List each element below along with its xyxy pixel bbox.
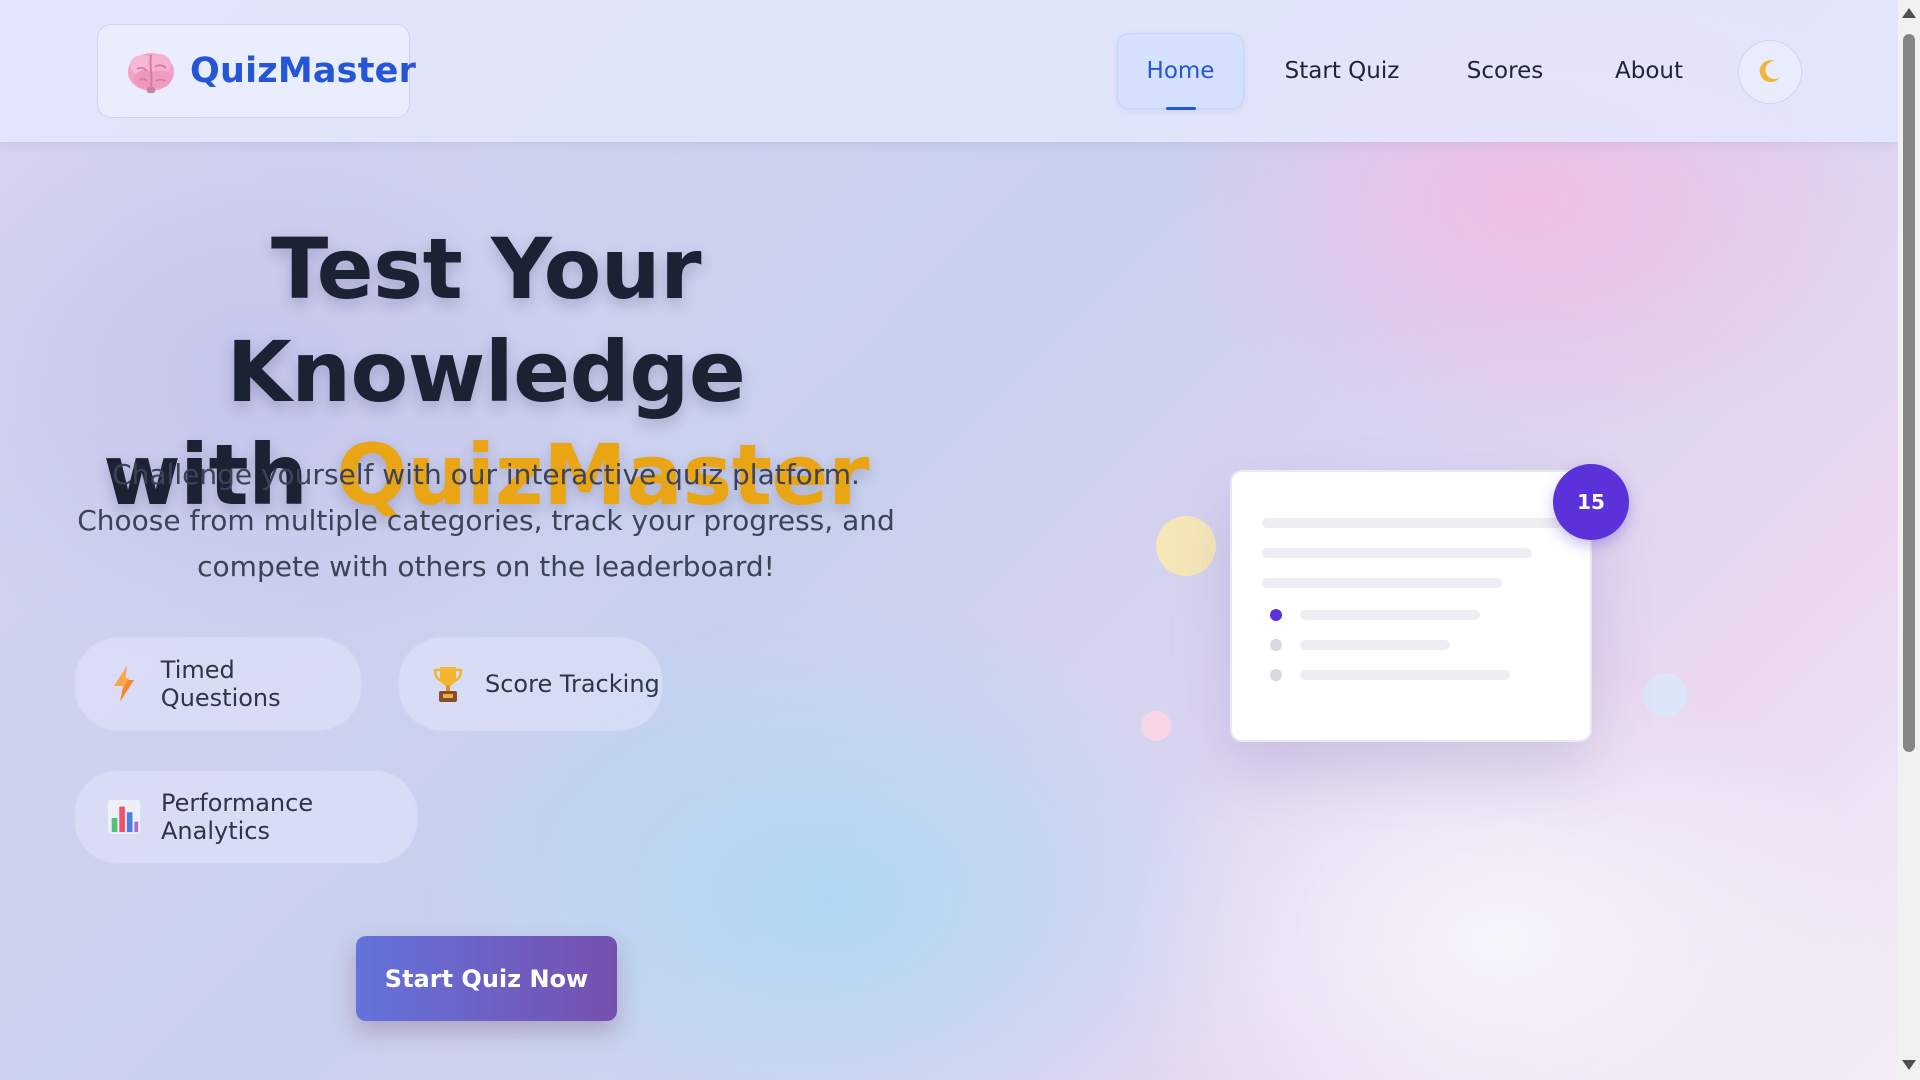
scroll-up-arrow-icon[interactable] [1902, 8, 1916, 18]
brand-logo[interactable]: QuizMaster [97, 24, 416, 118]
hero-title-line1: Test Your Knowledge [226, 220, 746, 421]
nav-start-quiz[interactable]: Start Quiz [1268, 33, 1416, 109]
option-selected-dot [1270, 609, 1282, 621]
theme-toggle-button[interactable] [1738, 40, 1802, 104]
nav-start-quiz-label: Start Quiz [1284, 58, 1400, 84]
option-line [1300, 670, 1510, 680]
option-line [1300, 610, 1480, 620]
decorative-circle-yellow [1156, 516, 1216, 576]
placeholder-line [1262, 548, 1532, 558]
top-navigation-bar: QuizMaster Home Start Quiz Scores About [0, 0, 1898, 142]
option-dot [1270, 639, 1282, 651]
feature-chip-timed: Timed Questions [74, 637, 362, 731]
bar-chart-icon [107, 797, 141, 837]
feature-chip-analytics-label: Performance Analytics [161, 789, 314, 845]
timer-badge: 15 [1553, 464, 1629, 540]
nav-home-label: Home [1146, 58, 1215, 84]
nav-scores-label: Scores [1466, 58, 1544, 84]
quiz-card-illustration [1230, 470, 1592, 742]
nav-scores[interactable]: Scores [1452, 33, 1558, 109]
brand-name: QuizMaster [190, 51, 417, 91]
brain-icon [125, 47, 177, 95]
decorative-circle-blue [1643, 673, 1687, 717]
lightning-icon [107, 664, 141, 704]
option-line [1300, 640, 1450, 650]
placeholder-line [1262, 518, 1562, 528]
decorative-circle-pink [1141, 711, 1171, 741]
feature-chip-timed-label: Timed Questions [160, 656, 281, 712]
nav-about-label: About [1614, 58, 1683, 84]
scroll-down-arrow-icon[interactable] [1902, 1060, 1916, 1070]
feature-chip-score-label: Score Tracking [485, 670, 660, 698]
start-quiz-now-button[interactable]: Start Quiz Now [356, 936, 617, 1021]
nav-home[interactable]: Home [1117, 33, 1244, 110]
option-dot [1270, 669, 1282, 681]
trophy-icon [431, 664, 465, 704]
feature-chip-analytics: Performance Analytics [74, 770, 418, 864]
hero-subtitle: Challenge yourself with our interactive … [77, 458, 895, 583]
nav-about[interactable]: About [1594, 33, 1704, 109]
crescent-moon-icon [1757, 58, 1783, 87]
feature-chip-score: Score Tracking [398, 637, 663, 731]
placeholder-line [1262, 578, 1502, 588]
scrollbar-thumb[interactable] [1903, 34, 1915, 752]
